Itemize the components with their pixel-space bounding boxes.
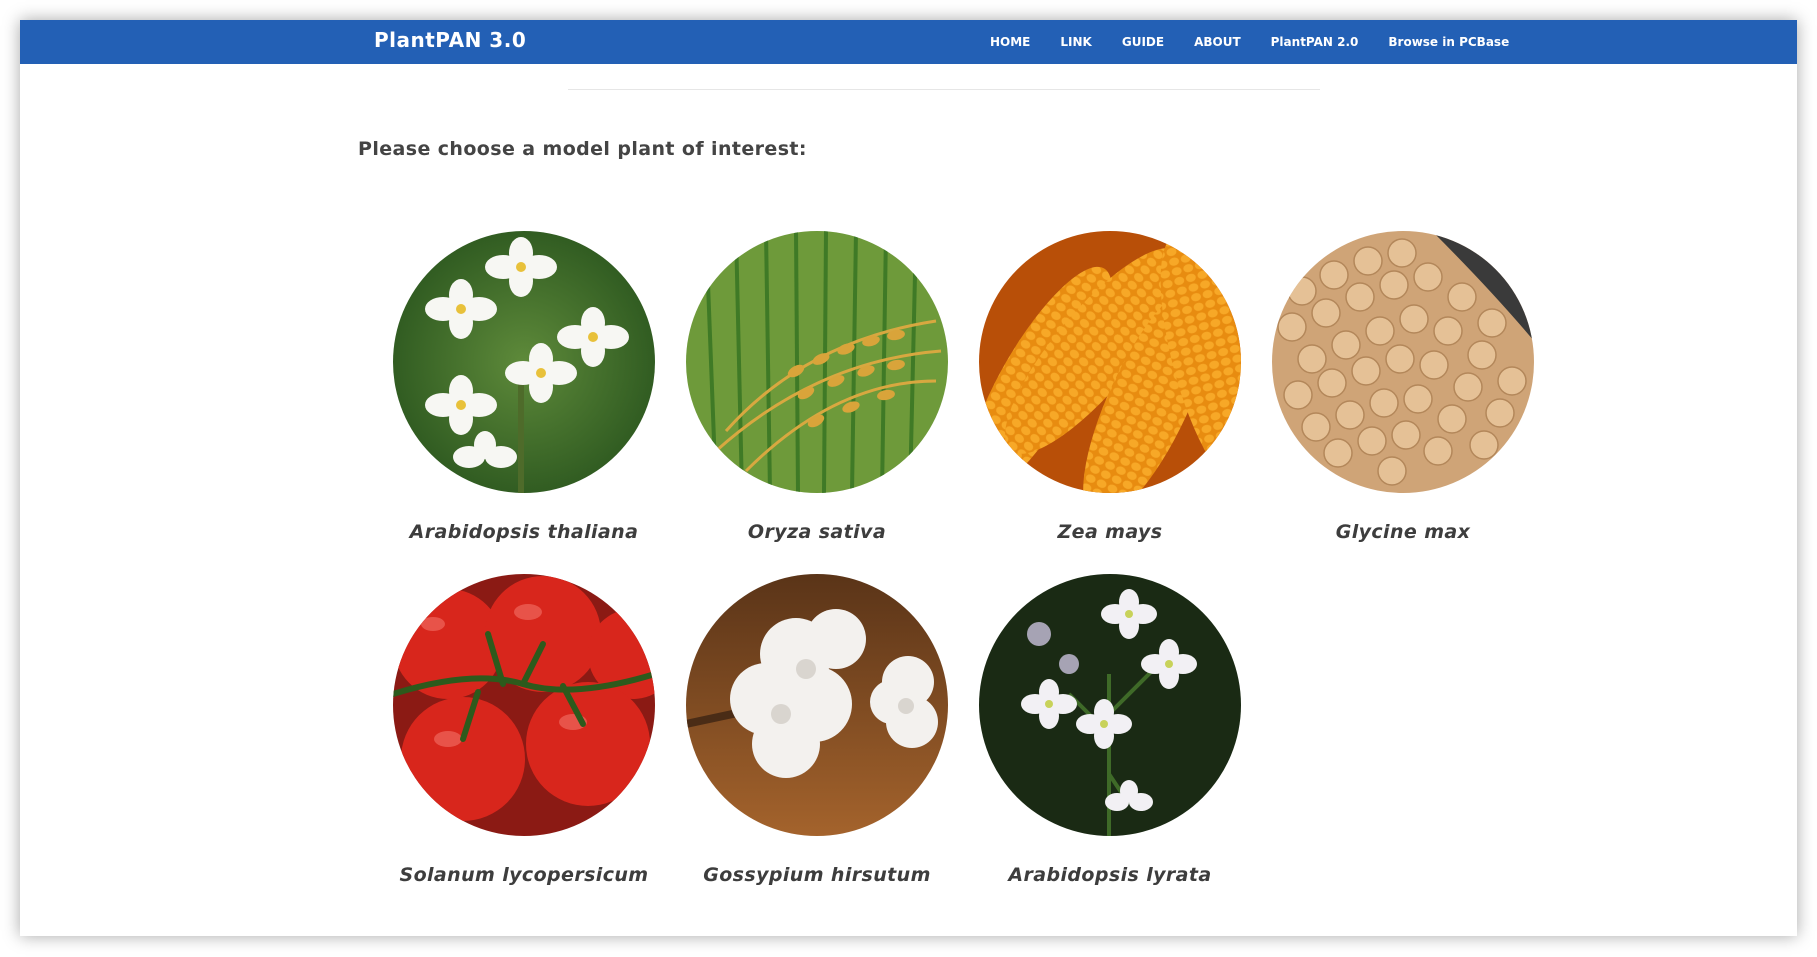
- browser-page: PlantPAN 3.0 HOME LINK GUIDE ABOUT Plant…: [20, 20, 1797, 936]
- nav-about-link[interactable]: ABOUT: [1194, 35, 1241, 49]
- cotton-image[interactable]: [686, 574, 948, 836]
- nav-guide-link[interactable]: GUIDE: [1122, 35, 1164, 49]
- arabidopsis-flower-image[interactable]: [393, 231, 655, 493]
- soybean-image[interactable]: [1272, 231, 1534, 493]
- page-prompt: Please choose a model plant of interest:: [358, 138, 807, 160]
- nav-links: HOME LINK GUIDE ABOUT PlantPAN 2.0 Brows…: [990, 20, 1509, 64]
- plant-name[interactable]: Oryza sativa: [748, 521, 886, 543]
- plant-name[interactable]: Solanum lycopersicum: [399, 864, 648, 886]
- tomato-image[interactable]: [393, 574, 655, 836]
- plant-card-solanum-lycopersicum[interactable]: Solanum lycopersicum: [378, 574, 670, 886]
- plant-card-gossypium-hirsutum[interactable]: Gossypium hirsutum: [671, 574, 963, 886]
- plant-name[interactable]: Gossypium hirsutum: [703, 864, 931, 886]
- arabidopsis-lyrata-image[interactable]: [979, 574, 1241, 836]
- plant-name[interactable]: Zea mays: [1057, 521, 1162, 543]
- plant-name[interactable]: Arabidopsis thaliana: [410, 521, 639, 543]
- nav-plantpan2-link[interactable]: PlantPAN 2.0: [1271, 35, 1359, 49]
- corn-image[interactable]: [979, 231, 1241, 493]
- rice-image[interactable]: [686, 231, 948, 493]
- plant-name[interactable]: Arabidopsis lyrata: [1008, 864, 1211, 886]
- nav-link-link[interactable]: LINK: [1060, 35, 1091, 49]
- plant-card-glycine-max[interactable]: Glycine max: [1257, 231, 1549, 543]
- nav-home-link[interactable]: HOME: [990, 35, 1030, 49]
- plant-card-oryza-sativa[interactable]: Oryza sativa: [671, 231, 963, 543]
- brand-logo-text[interactable]: PlantPAN 3.0: [374, 28, 526, 52]
- top-navbar: PlantPAN 3.0 HOME LINK GUIDE ABOUT Plant…: [20, 20, 1797, 64]
- header-divider: [568, 89, 1320, 90]
- plant-card-arabidopsis-thaliana[interactable]: Arabidopsis thaliana: [378, 231, 670, 543]
- nav-pcbase-link[interactable]: Browse in PCBase: [1388, 35, 1509, 49]
- plant-name[interactable]: Glycine max: [1336, 521, 1471, 543]
- plant-card-zea-mays[interactable]: Zea mays: [964, 231, 1256, 543]
- plant-card-arabidopsis-lyrata[interactable]: Arabidopsis lyrata: [964, 574, 1256, 886]
